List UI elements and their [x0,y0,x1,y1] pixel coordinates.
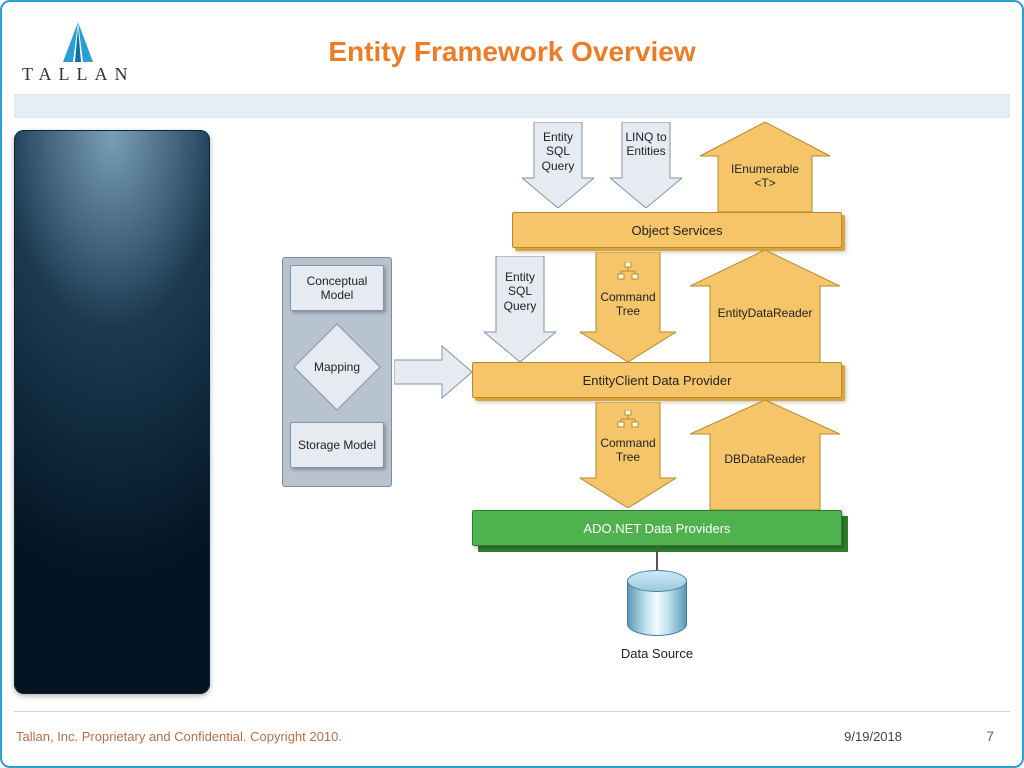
entity-sql-query-arrow-2: Entity SQL Query [484,256,556,362]
arrow-right-icon [394,344,474,400]
tree-icon [616,262,640,280]
conceptual-model-box: Conceptual Model [290,265,384,311]
entity-sql-query-label-1: Entity SQL Query [534,130,582,173]
command-tree-label-1: Command Tree [590,290,666,319]
command-tree-label-2: Command Tree [590,436,666,465]
entityclient-label: EntityClient Data Provider [583,373,732,388]
entityclient-box: EntityClient Data Provider [472,362,842,398]
mapping-label: Mapping [292,360,382,374]
footer-divider [14,711,1010,712]
command-tree-arrow-2: Command Tree [580,402,676,508]
diagram-canvas: Conceptual Model Mapping Storage Model E… [232,122,1012,697]
entity-data-reader-arrow: EntityDataReader [690,250,840,364]
linq-to-entities-arrow: LINQ to Entities [610,122,682,208]
ado-net-label: ADO.NET Data Providers [583,521,730,536]
entity-sql-query-arrow-1: Entity SQL Query [522,122,594,208]
object-services-box: Object Services [512,212,842,248]
footer-copyright: Tallan, Inc. Proprietary and Confidentia… [16,729,342,744]
db-data-reader-arrow: DBDataReader [690,400,840,510]
connector-line [656,546,658,572]
mapping-diamond: Mapping [292,322,382,412]
conceptual-model-label: Conceptual Model [291,274,383,303]
datasource-cylinder-top-icon [627,570,687,592]
page-title: Entity Framework Overview [2,36,1022,68]
footer-page-number: 7 [986,728,994,744]
linq-to-entities-label: LINQ to Entities [622,130,670,159]
sidebar-panel [14,130,210,694]
entity-sql-query-label-2: Entity SQL Query [496,270,544,313]
footer-date: 9/19/2018 [844,729,902,744]
ado-net-box: ADO.NET Data Providers [472,510,842,546]
tree-icon [616,410,640,428]
ienumerable-arrow: IEnumerable <T> [700,122,830,212]
db-data-reader-label: DBDataReader [714,452,816,466]
slide: TALLAN Entity Framework Overview Concept… [0,0,1024,768]
title-underline [14,94,1010,118]
storage-model-label: Storage Model [298,438,376,452]
data-source-label: Data Source [602,646,712,662]
storage-model-box: Storage Model [290,422,384,468]
command-tree-arrow-1: Command Tree [580,252,676,362]
object-services-label: Object Services [631,223,722,238]
ienumerable-label: IEnumerable <T> [720,162,810,191]
entity-data-reader-label: EntityDataReader [714,306,816,320]
